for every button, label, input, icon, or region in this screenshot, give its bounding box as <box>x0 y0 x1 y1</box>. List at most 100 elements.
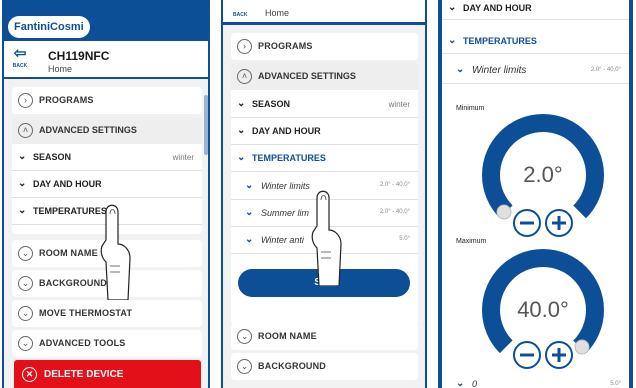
plus-icon[interactable] <box>545 209 573 237</box>
back-arrow-icon: ⇦ <box>13 45 27 62</box>
advanced-settings-header[interactable]: ˄ ADVANCED SETTINGS <box>231 63 418 90</box>
temperatures-label: TEMPERATURES <box>252 153 326 163</box>
chevron-right-icon: › <box>237 39 252 54</box>
device-location: Home <box>265 8 290 18</box>
winter-antifreeze-value: 5.0° <box>399 236 410 242</box>
chevron-down-icon: ⌄ <box>456 64 465 75</box>
setting-season[interactable]: ⌄ SEASON winter <box>12 144 202 171</box>
hand-pointer-icon <box>100 204 131 300</box>
menu-background[interactable]: ⌄ BACKGROUND <box>231 353 418 380</box>
close-icon: ✕ <box>22 367 37 382</box>
device-header: ⇦ BACK CH119NFC Home <box>4 41 208 77</box>
chevron-down-icon: ⌄ <box>18 205 27 216</box>
room-name-label: ROOM NAME <box>39 248 98 258</box>
setting-day-and-hour[interactable]: ⌄ DAY AND HOUR <box>231 118 418 145</box>
back-button[interactable]: ⇦ BACK <box>10 45 30 73</box>
chevron-down-icon: ⌄ <box>237 125 246 136</box>
chevron-down-icon: ⌄ <box>245 207 254 218</box>
chevron-down-icon: ⌄ <box>237 152 246 163</box>
setting-season[interactable]: ⌄ SEASON winter <box>231 91 418 118</box>
advanced-settings-label: ADVANCED SETTINGS <box>258 71 356 81</box>
minimum-dial-handle[interactable] <box>496 204 512 220</box>
maximum-value: 40.0° <box>517 297 569 322</box>
chevron-down-icon: ⌄ <box>237 329 252 344</box>
setting-winter-limits[interactable]: ⌄ Winter limits 2.0° - 40.0° <box>442 56 629 84</box>
winter-limits-value: 2.0° - 40.0° <box>379 182 410 188</box>
device-location: Home <box>48 64 73 74</box>
winter-antifreeze-label: Winter anti <box>261 235 304 245</box>
setting-temperatures[interactable]: ⌄ TEMPERATURES <box>231 145 418 172</box>
chevron-down-icon: ⌄ <box>237 359 252 374</box>
chevron-down-icon: ⌄ <box>18 246 33 261</box>
winter-limits-label: Winter limits <box>472 65 527 76</box>
summer-limits-label: Summer lim <box>261 208 310 218</box>
setting-bottom-row[interactable]: ⌄ 0 5.0° <box>442 376 629 388</box>
season-label: SEASON <box>252 99 291 109</box>
advanced-tools-label: ADVANCED TOOLS <box>39 338 126 348</box>
minimum-value: 2.0° <box>523 162 563 187</box>
chevron-down-icon: ⌄ <box>18 336 33 351</box>
setting-day-and-hour[interactable]: ⌄ DAY AND HOUR <box>442 0 629 20</box>
chevron-up-icon: ˄ <box>237 69 252 84</box>
chevron-down-icon: ⌄ <box>18 276 33 291</box>
minus-icon[interactable] <box>513 209 541 237</box>
delete-device-label: DELETE DEVICE <box>44 369 124 380</box>
maximum-label: Maximum <box>456 238 487 245</box>
bottom-row-label: 0 <box>472 379 478 388</box>
day-and-hour-label: DAY AND HOUR <box>33 179 102 189</box>
delete-device-button[interactable]: ✕ DELETE DEVICE <box>14 360 201 388</box>
menu-advanced-tools[interactable]: ⌄ ADVANCED TOOLS <box>12 330 202 357</box>
scrollbar[interactable] <box>204 95 208 155</box>
hand-pointer-icon <box>311 190 342 286</box>
chevron-down-icon: ⌄ <box>245 180 254 191</box>
winter-limits-value: 2.0° - 40.0° <box>590 67 621 73</box>
chevron-down-icon: ⌄ <box>448 35 457 46</box>
minus-icon[interactable] <box>513 341 541 369</box>
setting-day-and-hour[interactable]: ⌄ DAY AND HOUR <box>12 171 202 198</box>
move-thermostat-label: MOVE THERMOSTAT <box>39 308 133 318</box>
menu-room-name[interactable]: ⌄ ROOM NAME <box>231 323 418 350</box>
screen-advanced-settings-temperatures: BACK Home › PROGRAMS ˄ ADVANCED SETTINGS… <box>221 0 427 388</box>
menu-programs-label: PROGRAMS <box>258 41 313 51</box>
back-label: BACK <box>12 63 28 69</box>
chevron-down-icon: ⌄ <box>448 2 457 13</box>
advanced-settings-label: ADVANCED SETTINGS <box>39 125 137 135</box>
screen-winter-limits: ⌄ DAY AND HOUR ⌄ TEMPERATURES ⌄ Winter l… <box>438 0 633 388</box>
chevron-down-icon: ⌄ <box>18 151 27 162</box>
season-value: winter <box>172 153 194 162</box>
season-label: SEASON <box>33 152 72 162</box>
brand-logo: FantiniCosmi <box>8 16 90 38</box>
day-and-hour-label: DAY AND HOUR <box>252 126 321 136</box>
winter-limits-card: ⌄ DAY AND HOUR ⌄ TEMPERATURES ⌄ Winter l… <box>442 0 629 388</box>
winter-limits-label: Winter limits <box>261 181 310 191</box>
maximum-dial-handle[interactable] <box>574 339 590 355</box>
menu-programs[interactable]: › PROGRAMS <box>12 87 202 114</box>
day-and-hour-label: DAY AND HOUR <box>463 3 532 13</box>
menu-move-thermostat[interactable]: ⌄ MOVE THERMOSTAT <box>12 300 202 327</box>
setting-temperatures[interactable]: ⌄ TEMPERATURES <box>442 28 629 54</box>
room-name-label: ROOM NAME <box>258 331 317 341</box>
menu-programs[interactable]: › PROGRAMS <box>231 33 418 60</box>
device-name: CH119NFC <box>48 49 110 63</box>
advanced-settings-header[interactable]: ˄ ADVANCED SETTINGS <box>12 117 202 144</box>
maximum-stepper <box>513 341 573 369</box>
device-header-partial: BACK Home <box>223 0 425 22</box>
bottom-row-value: 5.0° <box>610 381 621 387</box>
summer-limits-value: 2.0° - 40.0° <box>379 209 410 215</box>
season-value: winter <box>388 100 410 109</box>
temperatures-label: TEMPERATURES <box>463 36 537 46</box>
chevron-down-icon: ⌄ <box>18 306 33 321</box>
back-label[interactable]: BACK <box>233 12 247 18</box>
background-label: BACKGROUND <box>258 361 326 371</box>
chevron-right-icon: › <box>18 93 33 108</box>
chevron-down-icon: ⌄ <box>245 234 254 245</box>
plus-icon[interactable] <box>545 341 573 369</box>
chevron-up-icon: ˄ <box>18 123 33 138</box>
chevron-down-icon: ⌄ <box>18 178 27 189</box>
screen-device-settings: FantiniCosmi ⇦ BACK CH119NFC Home › PROG… <box>2 0 210 388</box>
menu-programs-label: PROGRAMS <box>39 95 94 105</box>
app-header: FantiniCosmi <box>2 0 210 40</box>
chevron-down-icon: ⌄ <box>237 98 246 109</box>
minimum-stepper <box>513 209 573 237</box>
chevron-down-icon: ⌄ <box>456 378 465 388</box>
